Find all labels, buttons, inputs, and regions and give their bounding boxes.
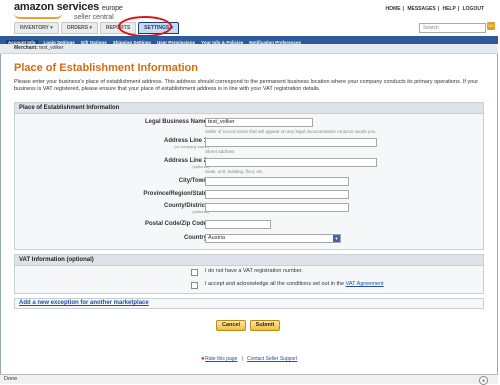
contact-support-link[interactable]: Contact Seller Support	[247, 356, 297, 362]
home-link[interactable]: HOME	[386, 6, 401, 12]
vat-agreement-text: I accept and acknowledge all the conditi…	[205, 281, 384, 287]
province-field[interactable]	[205, 190, 349, 199]
search-input[interactable]: Search	[419, 23, 486, 33]
address1-label: Address Line 1: (or company name)	[163, 138, 209, 149]
country-select[interactable]: Austria ▼	[205, 234, 341, 243]
top-links: HOME | MESSAGES | HELP | LOGOUT	[385, 6, 484, 12]
brand-name: amazon services	[14, 1, 100, 13]
merchant-label: Merchant:	[14, 45, 38, 51]
highlight-circle	[118, 16, 172, 37]
submit-button[interactable]: Submit	[250, 320, 280, 331]
province-label: Province/Region/State:	[143, 191, 209, 197]
exception-panel: Add a new exception for another marketpl…	[14, 298, 484, 309]
footer: ★Rate this page | Contact Seller Support	[0, 356, 498, 362]
merchant-bar: Merchant: test_volker	[0, 44, 498, 54]
no-vat-text: I do not have a VAT registration number.	[205, 268, 303, 274]
address2-label: Address Line 2: (optional)	[163, 158, 209, 169]
brand-sub: seller central	[74, 14, 114, 21]
vat-panel: VAT Information (optional) I do not have…	[14, 254, 484, 294]
establishment-panel-heading: Place of Establishment Information	[15, 103, 483, 114]
smile-logo-icon	[14, 13, 62, 19]
county-field[interactable]	[205, 203, 349, 212]
postal-field[interactable]	[205, 220, 271, 229]
rate-page-link[interactable]: Rate this page	[205, 356, 237, 362]
zoom-icon[interactable]: ⊕	[479, 376, 488, 385]
header: amazon services europe seller central HO…	[0, 0, 498, 37]
go-label: GO	[488, 24, 494, 28]
legal-name-label: Legal Business Name:	[144, 119, 209, 125]
address2-field[interactable]	[205, 158, 377, 167]
vat-panel-heading: VAT Information (optional)	[15, 255, 483, 266]
status-bar: Done ⊕	[0, 374, 498, 385]
city-field[interactable]	[205, 177, 349, 186]
county-label: County/District: (optional)	[164, 203, 209, 214]
messages-link[interactable]: MESSAGES	[407, 6, 435, 12]
address1-hint: Street address	[205, 149, 235, 154]
tab-orders[interactable]: ORDERS ▾	[60, 22, 98, 34]
postal-label: Postal Code/Zip Code:	[144, 221, 209, 227]
chevron-down-icon: ▼	[333, 235, 340, 242]
address1-field[interactable]	[205, 138, 377, 147]
cancel-button[interactable]: Cancel	[216, 320, 246, 331]
add-exception-link[interactable]: Add a new exception for another marketpl…	[19, 300, 149, 306]
legal-name-field[interactable]: test_volker	[205, 118, 313, 127]
merchant-value: test_volker	[39, 45, 64, 51]
footer-separator: |	[241, 356, 243, 362]
logout-link[interactable]: LOGOUT	[463, 6, 484, 12]
legal-name-hint: Seller of record name that will appear o…	[205, 129, 377, 134]
help-link[interactable]: HELP	[442, 6, 455, 12]
tab-inventory[interactable]: INVENTORY ▾	[14, 22, 59, 34]
country-selected-value: Austria	[208, 235, 226, 241]
establishment-panel: Place of Establishment Information Legal…	[14, 102, 484, 250]
intro-text: Please enter your business's place of es…	[14, 79, 479, 92]
status-text: Done	[4, 376, 18, 382]
vat-agreement-link[interactable]: VAT Agreement	[346, 281, 384, 287]
page-title: Place of Establishment Information	[14, 62, 198, 74]
settings-subnav: Account Info Login Settings Gift Options Sh…	[0, 36, 498, 45]
address2-hint: Suite, unit, building, floor, etc.	[205, 169, 264, 174]
go-button[interactable]: GO	[487, 22, 495, 30]
brand-region: europe	[101, 5, 123, 12]
amazon-services-logo[interactable]: amazon services europe seller central	[14, 2, 123, 21]
no-vat-checkbox[interactable]	[191, 269, 198, 276]
vat-agreement-checkbox[interactable]	[191, 282, 198, 289]
